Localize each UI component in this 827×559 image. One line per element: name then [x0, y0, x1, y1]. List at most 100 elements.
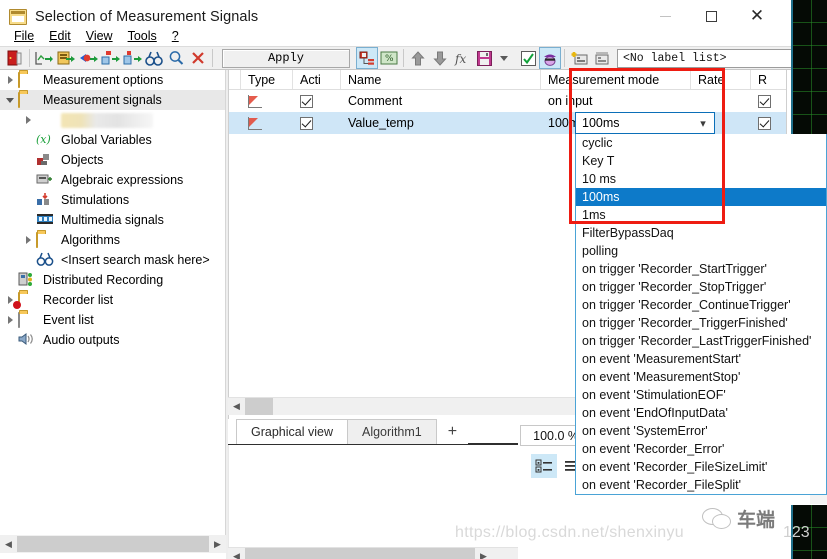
tree-item-audio-outputs[interactable]: Audio outputs — [0, 330, 225, 350]
percent-table-button[interactable]: % — [378, 47, 400, 69]
dropdown-option[interactable]: on event 'SystemError' — [576, 422, 826, 440]
chevron-right-icon[interactable] — [2, 316, 18, 324]
import-signals-button[interactable] — [33, 47, 55, 69]
menu-item-tools[interactable]: Tools — [121, 28, 165, 44]
tree-item-algorithms[interactable]: Algorithms — [0, 230, 225, 250]
move-down-button[interactable] — [429, 47, 451, 69]
apply-button[interactable]: Apply — [222, 48, 350, 68]
menu-item-view[interactable]: View — [79, 28, 121, 44]
dropdown-option[interactable]: on event 'Recorder_Error' — [576, 440, 826, 458]
tree-item-measurement-options[interactable]: Measurement options — [0, 70, 225, 90]
scrollbar-thumb[interactable] — [17, 536, 209, 552]
save-dropdown-button[interactable] — [495, 47, 517, 69]
r-checkbox[interactable] — [751, 90, 786, 112]
scroll-left-icon[interactable]: ◀ — [0, 536, 17, 553]
table-row[interactable]: Comment on input — [229, 90, 786, 112]
dropdown-option-selected[interactable]: 100ms — [576, 188, 826, 206]
edit-label-button[interactable] — [590, 47, 612, 69]
magnifier-button[interactable] — [165, 47, 187, 69]
tree-item-measurement-signals[interactable]: Measurement signals — [0, 90, 225, 110]
dropdown-option[interactable]: on event 'EndOfInputData' — [576, 404, 826, 422]
tree-item-stimulations[interactable]: Stimulations — [0, 190, 225, 210]
add-signal-button[interactable] — [77, 47, 99, 69]
save-button[interactable] — [473, 47, 495, 69]
dropdown-option[interactable]: cyclic — [576, 134, 826, 152]
grid-header-rate[interactable]: Rate — [691, 70, 751, 89]
scrollbar-thumb[interactable] — [245, 548, 475, 559]
dropdown-option[interactable]: on event 'MeasurementStop' — [576, 368, 826, 386]
tree-item-multimedia-signals[interactable]: Multimedia signals — [0, 210, 225, 230]
dropdown-option[interactable]: on trigger 'Recorder_StartTrigger' — [576, 260, 826, 278]
copy-signal-button[interactable] — [99, 47, 121, 69]
scroll-right-icon[interactable]: ▶ — [209, 536, 226, 553]
chevron-right-icon[interactable] — [2, 76, 18, 84]
scroll-left-icon[interactable]: ◀ — [228, 548, 245, 559]
dropdown-option[interactable]: on trigger 'Recorder_StopTrigger' — [576, 278, 826, 296]
function-fx-icon: fx — [454, 52, 466, 66]
tab-graphical-view[interactable]: Graphical view — [236, 419, 348, 444]
export-signals-button[interactable] — [55, 47, 77, 69]
detail-view-button[interactable] — [531, 454, 557, 478]
mask-user-button[interactable] — [539, 47, 561, 69]
tree-item-distributed-recording[interactable]: Distributed Recording — [0, 270, 225, 290]
grid-header-r[interactable]: R — [751, 70, 786, 89]
check-button[interactable] — [517, 47, 539, 69]
tree-horizontal-scrollbar[interactable]: ◀ ▶ — [0, 535, 226, 553]
variable-x-icon: (x) — [36, 132, 56, 148]
menu-item-help[interactable]: ? — [165, 28, 187, 44]
tree-item-redacted[interactable] — [0, 110, 225, 130]
tree-item-objects[interactable]: Objects — [0, 150, 225, 170]
chevron-right-icon[interactable] — [20, 236, 36, 244]
measurement-mode-value[interactable]: on input — [541, 90, 691, 112]
dropdown-option[interactable]: on trigger 'Recorder_ContinueTrigger' — [576, 296, 826, 314]
tree-item-global-variables[interactable]: (x) Global Variables — [0, 130, 225, 150]
dropdown-option[interactable]: 10 ms — [576, 170, 826, 188]
signal-tree[interactable]: Measurement options Measurement signals … — [0, 70, 226, 535]
dropdown-option[interactable]: on event 'Recorder_FileSizeLimit' — [576, 458, 826, 476]
tab-algorithm1[interactable]: Algorithm1 — [346, 419, 437, 444]
menu-item-file[interactable]: File — [7, 28, 42, 44]
grid-header-acti[interactable]: Acti — [293, 70, 341, 89]
scroll-right-icon[interactable]: ▶ — [475, 548, 492, 559]
tree-item-algebraic-expressions[interactable]: Algebraic expressions — [0, 170, 225, 190]
background-graph-strip-top — [791, 0, 827, 135]
scroll-left-icon[interactable]: ◀ — [228, 398, 245, 415]
measurement-mode-combobox[interactable]: 100ms ▾ — [575, 112, 715, 134]
exit-door-button[interactable] — [4, 47, 26, 69]
dropdown-option[interactable]: on event 'StimulationEOF' — [576, 386, 826, 404]
canvas-horizontal-scrollbar[interactable]: ◀ ▶ — [228, 547, 518, 559]
binoculars-search-button[interactable] — [143, 47, 165, 69]
dropdown-option[interactable]: FilterBypassDaq — [576, 224, 826, 242]
scrollbar-thumb[interactable] — [245, 398, 273, 415]
grid-header-name[interactable]: Name — [341, 70, 541, 89]
structure-view-button[interactable] — [356, 47, 378, 69]
grid-header-type[interactable]: Type — [241, 70, 293, 89]
active-checkbox[interactable] — [293, 112, 341, 134]
dropdown-option[interactable]: on event 'MeasurementStart' — [576, 350, 826, 368]
delete-button[interactable] — [187, 47, 209, 69]
move-up-button[interactable] — [407, 47, 429, 69]
grid-header-measurement-mode[interactable]: Measurement mode — [541, 70, 691, 89]
tree-item-insert-search-mask[interactable]: <Insert search mask here> — [0, 250, 225, 270]
measurement-mode-dropdown-list[interactable]: cyclic Key T 10 ms 100ms 1ms FilterBypas… — [575, 134, 827, 495]
menu-item-edit[interactable]: Edit — [42, 28, 79, 44]
panel-divider[interactable] — [226, 70, 228, 559]
tree-item-recorder-list[interactable]: Recorder list — [0, 290, 225, 310]
add-label-button[interactable] — [568, 47, 590, 69]
chevron-down-icon[interactable] — [2, 98, 18, 103]
folder-icon — [18, 72, 38, 88]
active-checkbox[interactable] — [293, 90, 341, 112]
dropdown-option[interactable]: on trigger 'Recorder_LastTriggerFinished… — [576, 332, 826, 350]
dropdown-option[interactable]: on trigger 'Recorder_TriggerFinished' — [576, 314, 826, 332]
add-tab-button[interactable]: + — [436, 419, 469, 444]
chevron-right-icon[interactable] — [20, 116, 36, 124]
r-checkbox[interactable] — [751, 112, 786, 134]
dropdown-option[interactable]: Key T — [576, 152, 826, 170]
dropdown-option[interactable]: polling — [576, 242, 826, 260]
dropdown-option[interactable]: 1ms — [576, 206, 826, 224]
function-button[interactable]: fx — [451, 47, 473, 69]
tree-item-event-list[interactable]: Event list — [0, 310, 225, 330]
dropdown-option[interactable]: on event 'Recorder_FileSplit' — [576, 476, 826, 494]
paste-signal-button[interactable] — [121, 47, 143, 69]
chevron-down-icon[interactable]: ▾ — [692, 117, 714, 130]
